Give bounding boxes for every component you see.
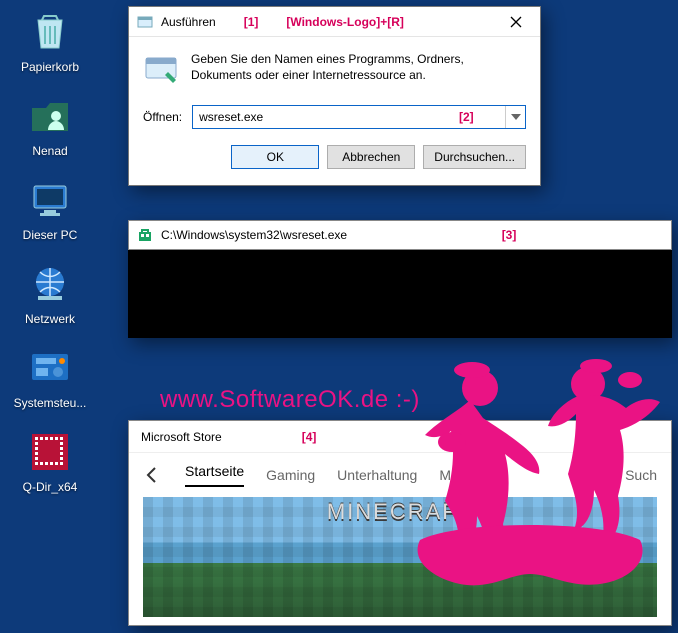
open-combobox[interactable] (192, 105, 526, 129)
console-title: C:\Windows\system32\wsreset.exe (161, 228, 347, 242)
desktop-icon-label: Q-Dir_x64 (23, 480, 78, 494)
store-hero-banner[interactable]: MINECRAFT (143, 497, 657, 617)
annotation-step-4: [4] (302, 430, 317, 444)
search-button[interactable]: Such (603, 467, 657, 483)
desktop-icon-network[interactable]: Netzwerk (6, 260, 94, 326)
open-label: Öffnen: (143, 110, 182, 124)
tab-unterhaltung[interactable]: Unterhaltung (337, 467, 417, 483)
search-label: Such (625, 467, 657, 483)
user-folder-icon (26, 92, 74, 140)
cancel-button[interactable]: Abbrechen (327, 145, 415, 169)
hero-logo: MINECRAFT (327, 499, 473, 525)
console-window: C:\Windows\system32\wsreset.exe [3] (128, 220, 672, 338)
tab-mehr[interactable]: Mehr (439, 467, 484, 483)
network-icon (26, 260, 74, 308)
store-window: Microsoft Store [4] Startseite Gaming Un… (128, 420, 672, 626)
desktop: Papierkorb Nenad Dieser PC Netzwerk Syst… (0, 0, 100, 512)
desktop-icon-recycle-bin[interactable]: Papierkorb (6, 8, 94, 74)
run-dialog: Ausführen [1] [Windows-Logo]+[R] Geben S… (128, 6, 541, 186)
recycle-bin-icon (26, 8, 74, 56)
close-icon[interactable] (496, 9, 536, 35)
run-body: Geben Sie den Namen eines Programms, Ord… (129, 37, 540, 185)
open-input[interactable] (193, 106, 505, 128)
desktop-icon-control-panel[interactable]: Systemsteu... (6, 344, 94, 410)
run-title: Ausführen (161, 15, 216, 29)
console-body[interactable] (128, 250, 672, 338)
console-titlebar[interactable]: C:\Windows\system32\wsreset.exe [3] (128, 220, 672, 250)
qdir-icon (26, 428, 74, 476)
desktop-icon-label: Nenad (32, 144, 67, 158)
this-pc-icon (26, 176, 74, 224)
run-program-icon (143, 51, 179, 87)
run-titlebar[interactable]: Ausführen [1] [Windows-Logo]+[R] (129, 7, 540, 37)
desktop-icon-label: Papierkorb (21, 60, 79, 74)
tab-startseite[interactable]: Startseite (185, 463, 244, 487)
desktop-icon-label: Netzwerk (25, 312, 75, 326)
desktop-icon-label: Dieser PC (23, 228, 78, 242)
search-icon (603, 467, 619, 483)
desktop-icon-this-pc[interactable]: Dieser PC (6, 176, 94, 242)
run-app-icon (137, 14, 153, 30)
watermark-text: www.SoftwareOK.de :-) (160, 386, 420, 414)
desktop-icon-user-folder[interactable]: Nenad (6, 92, 94, 158)
ok-button[interactable]: OK (231, 145, 319, 169)
store-app-icon (137, 227, 153, 243)
annotation-shortcut: [Windows-Logo]+[R] (286, 15, 404, 29)
annotation-step-3: [3] (502, 228, 517, 242)
chevron-down-icon[interactable] (505, 106, 525, 128)
store-titlebar[interactable]: Microsoft Store [4] (129, 421, 671, 453)
tab-gaming[interactable]: Gaming (266, 467, 315, 483)
store-title: Microsoft Store (141, 430, 222, 444)
desktop-icon-qdir[interactable]: Q-Dir_x64 (6, 428, 94, 494)
control-panel-icon (26, 344, 74, 392)
back-icon[interactable] (143, 465, 163, 485)
annotation-step-1: [1] (244, 15, 259, 29)
run-message: Geben Sie den Namen eines Programms, Ord… (191, 51, 526, 87)
store-nav: Startseite Gaming Unterhaltung Mehr Such (129, 453, 671, 497)
desktop-icon-label: Systemsteu... (14, 396, 87, 410)
browse-button[interactable]: Durchsuchen... (423, 145, 526, 169)
